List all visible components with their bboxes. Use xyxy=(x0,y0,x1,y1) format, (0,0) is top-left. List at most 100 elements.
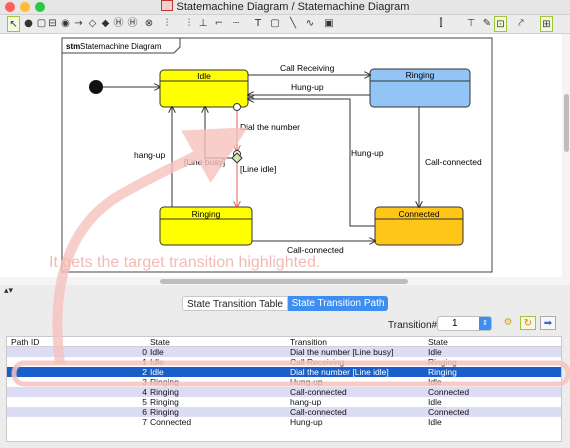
pin-icon[interactable]: ✎ xyxy=(482,16,492,32)
deep-history-tool-icon[interactable]: Ⓗ xyxy=(127,16,138,32)
table-row[interactable]: 6 Ringing Call-connected Connected xyxy=(7,407,561,417)
settings-icon[interactable]: ⚙ xyxy=(500,316,516,330)
state-tool-icon[interactable]: ▢ xyxy=(36,16,47,32)
diagram-toolbar: ↖ ● ▢ ⊟ ◉ → ◇ ◆ Ⓗ Ⓗ ⊗ ⫶ ⫶ ⊥ ⌐ ┈ T ▢ ╲ ∿ ▣ ⫿ ⊤ ✎ ⊡ ⤤ ⊞ xyxy=(0,15,570,34)
cell-transition: Call Receiving xyxy=(290,357,345,367)
entry-point-tool-icon[interactable]: ⊗ xyxy=(142,16,156,32)
fork-tool-icon[interactable]: ⫶ xyxy=(158,16,176,32)
cell-to-state: Idle xyxy=(428,397,442,407)
snap-grid-icon[interactable]: ⊡ xyxy=(494,16,507,32)
choice-tool-icon[interactable]: ◇ xyxy=(87,16,98,32)
column-header-to-state[interactable]: State xyxy=(428,337,448,347)
state-ringing-top[interactable]: Ringing xyxy=(369,68,471,108)
line-draw-tool-icon[interactable]: ╲ xyxy=(286,16,300,32)
table-row[interactable]: 3 Ringing Hung-up Idle xyxy=(7,377,561,387)
table-header: Path ID State Transition State xyxy=(7,337,561,347)
state-idle[interactable]: Idle xyxy=(159,69,249,108)
cell-path-id: 4 xyxy=(142,387,147,397)
state-ringing-bottom[interactable]: Ringing xyxy=(159,206,253,246)
state-connected-label: Connected xyxy=(398,209,439,219)
diagram-svg: stm Statemachine Diagram Idle Ringing Ri… xyxy=(61,37,493,273)
layout-icon[interactable]: ⊞ xyxy=(540,16,553,32)
column-header-from-state[interactable]: State xyxy=(150,337,170,347)
transition-number-select[interactable]: 1 ⇕ xyxy=(437,316,492,331)
curve-tool-icon[interactable]: ∿ xyxy=(302,16,318,32)
diagram-icon xyxy=(160,0,173,11)
junction-tool-icon[interactable]: ◆ xyxy=(100,16,111,32)
cell-path-id: 1 xyxy=(142,357,147,367)
transition-tool-icon[interactable]: → xyxy=(73,16,84,32)
image-tool-icon[interactable]: ▣ xyxy=(322,16,336,32)
line-style-icon[interactable]: ⤤ xyxy=(512,16,530,32)
label-hung-up-top: Hung-up xyxy=(291,82,324,92)
vertical-scroll-thumb[interactable] xyxy=(564,94,569,152)
anchor-tool-icon[interactable]: ⌐ xyxy=(212,16,226,32)
cell-to-state: Idle xyxy=(428,417,442,427)
label-line-busy: [Line busy] xyxy=(184,157,225,167)
window-title-area: Statemachine Diagram / Statemachine Diag… xyxy=(0,0,570,14)
export-icon[interactable]: ➡ xyxy=(540,316,556,330)
state-ringing-top-label: Ringing xyxy=(406,70,435,80)
column-header-transition[interactable]: Transition xyxy=(290,337,327,347)
initial-state[interactable] xyxy=(89,80,103,94)
initial-state-tool-icon[interactable]: ● xyxy=(23,16,34,32)
label-line-idle: [Line idle] xyxy=(240,164,276,174)
refresh-icon[interactable]: ↻ xyxy=(520,316,536,330)
shallow-history-tool-icon[interactable]: Ⓗ xyxy=(113,16,124,32)
cell-transition: Call-connected xyxy=(290,407,347,417)
label-hung-up-right: Hung-up xyxy=(351,148,384,158)
table-row[interactable]: 2 Idle Dial the number [Line idle] Ringing xyxy=(7,367,561,377)
label-hang-up: hang-up xyxy=(134,150,165,160)
table-row[interactable]: 5 Ringing hang-up Idle xyxy=(7,397,561,407)
label-dial-number: Dial the number xyxy=(240,122,300,132)
title-bar: Statemachine Diagram / Statemachine Diag… xyxy=(0,0,570,15)
cell-transition: hang-up xyxy=(290,397,322,407)
tab-bar: State Transition Table State Transition … xyxy=(0,294,570,312)
final-state-tool-icon[interactable]: ◉ xyxy=(60,16,71,32)
transition-path-table: Path ID State Transition State 0 Idle Dial… xyxy=(6,336,562,442)
diagram-canvas[interactable]: stm Statemachine Diagram Idle Ringing Ri… xyxy=(0,34,562,277)
cell-path-id: 3 xyxy=(142,377,147,387)
cell-path-id: 7 xyxy=(142,417,147,427)
state-idle-label: Idle xyxy=(197,71,211,81)
window-title: Statemachine Diagram / Statemachine Diag… xyxy=(176,1,410,13)
submachine-state-tool-icon[interactable]: ⊟ xyxy=(47,16,58,32)
cell-transition: Dial the number [Line busy] xyxy=(290,347,394,357)
transition-number-value: 1 xyxy=(452,318,458,329)
table-row[interactable]: 7 Connected Hung-up Idle xyxy=(7,417,561,427)
horizontal-scrollbar[interactable] xyxy=(0,277,570,285)
chevron-updown-icon: ⇕ xyxy=(479,317,491,330)
label-call-connected-right: Call-connected xyxy=(425,157,482,167)
table-row[interactable]: 4 Ringing Call-connected Connected xyxy=(7,387,561,397)
rectangle-tool-icon[interactable]: ▢ xyxy=(266,16,284,32)
cell-from-state: Idle xyxy=(150,357,164,367)
horizontal-scroll-thumb[interactable] xyxy=(160,279,408,284)
transition-number-label: Transition# xyxy=(388,320,438,331)
exit-point[interactable] xyxy=(233,103,241,111)
cell-from-state: Idle xyxy=(150,367,164,377)
line-tool-icon[interactable]: ┈ xyxy=(228,16,244,32)
table-row[interactable]: 0 Idle Dial the number [Line busy] Idle xyxy=(7,347,561,357)
cell-to-state: Ringing xyxy=(428,367,457,377)
frame-label: Statemachine Diagram xyxy=(80,42,162,51)
note-tool-icon[interactable]: ⊥ xyxy=(196,16,210,32)
align-horizontal-icon[interactable]: ⊤ xyxy=(464,16,478,32)
cell-from-state: Ringing xyxy=(150,377,179,387)
vertical-scrollbar[interactable] xyxy=(562,34,570,277)
select-tool-icon[interactable]: ↖ xyxy=(7,16,20,32)
cell-path-id: 5 xyxy=(142,397,147,407)
align-vertical-icon[interactable]: ⫿ xyxy=(434,16,448,32)
tab-state-transition-path[interactable]: State Transition Path xyxy=(288,296,388,311)
cell-from-state: Idle xyxy=(150,347,164,357)
cell-to-state: Connected xyxy=(428,407,470,417)
cell-path-id: 0 xyxy=(142,347,147,357)
label-call-receiving: Call Receiving xyxy=(280,63,335,73)
column-header-path-id[interactable]: Path ID xyxy=(11,337,39,347)
cell-from-state: Ringing xyxy=(150,407,179,417)
cell-to-state: Idle xyxy=(428,347,442,357)
state-connected[interactable]: Connected xyxy=(374,206,464,246)
tab-state-transition-table[interactable]: State Transition Table xyxy=(182,296,288,311)
table-row[interactable]: 1 Idle Call Receiving Ringing xyxy=(7,357,561,367)
cell-from-state: Ringing xyxy=(150,397,179,407)
text-tool-icon[interactable]: T xyxy=(250,16,266,32)
